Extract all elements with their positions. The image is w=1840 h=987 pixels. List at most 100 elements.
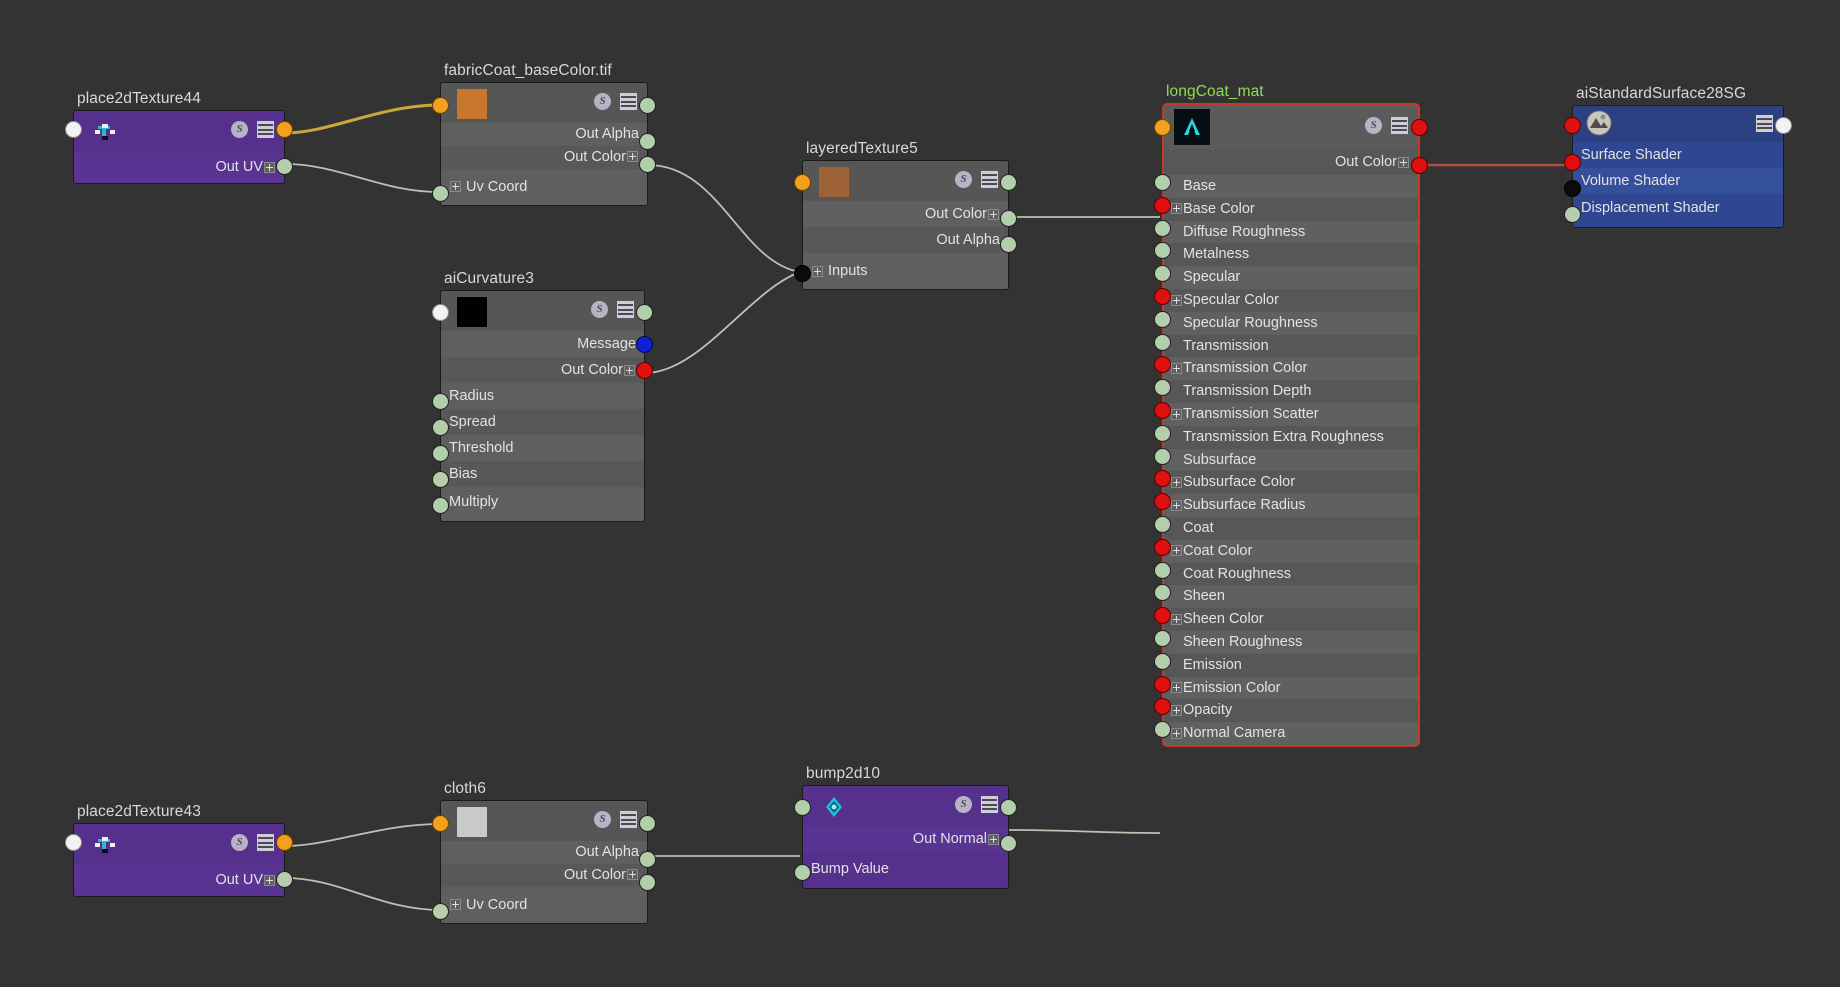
attribute-row[interactable]: Transmission Scatter xyxy=(1164,402,1418,426)
row-bias[interactable]: Bias xyxy=(441,461,644,487)
port-node-input[interactable] xyxy=(794,799,811,816)
attribute-list-button[interactable] xyxy=(620,811,637,828)
row-out-alpha[interactable]: Out Alpha xyxy=(441,123,647,146)
port-node-input[interactable] xyxy=(794,174,811,191)
expand-icon[interactable] xyxy=(627,869,638,881)
node-header-buttons[interactable]: S xyxy=(594,93,637,110)
port-node-input[interactable] xyxy=(1564,117,1581,134)
attribute-row[interactable]: Transmission xyxy=(1164,334,1418,358)
port-displacement-shader[interactable] xyxy=(1564,206,1581,223)
node-place2dTexture44[interactable]: place2dTexture44 S Out UV xyxy=(65,90,293,184)
row-out-alpha[interactable]: Out Alpha xyxy=(803,227,1008,253)
port-node-output[interactable] xyxy=(639,815,656,832)
attribute-list-button[interactable] xyxy=(1756,115,1773,132)
node-body-place2dTexture44[interactable]: S Out UV xyxy=(73,110,285,184)
attribute-row[interactable]: Transmission Depth xyxy=(1164,380,1418,403)
port-out-color[interactable] xyxy=(639,874,656,891)
solo-button[interactable]: S xyxy=(955,796,972,813)
port-transmission-extra-roughness[interactable] xyxy=(1154,424,1171,442)
attribute-list-button[interactable] xyxy=(981,796,998,813)
row-uv-coord[interactable]: Uv Coord xyxy=(441,886,647,923)
row-out-color[interactable]: Out Color xyxy=(803,201,1008,227)
attribute-row[interactable]: Coat xyxy=(1164,516,1418,540)
node-editor-canvas[interactable]: place2dTexture44 S Out UV fabricCoat_bas… xyxy=(0,0,1840,987)
port-node-input[interactable] xyxy=(432,304,449,321)
expand-icon[interactable] xyxy=(1171,682,1182,694)
attribute-row[interactable]: Emission xyxy=(1164,653,1418,677)
row-out-color[interactable]: Out Color xyxy=(441,145,647,169)
port-node-output[interactable] xyxy=(1775,117,1792,134)
port-uv-coord[interactable] xyxy=(432,903,449,920)
row-surface-shader[interactable]: Surface Shader xyxy=(1573,142,1783,168)
row-uv-coord[interactable]: Uv Coord xyxy=(441,168,647,205)
port-out-uv[interactable] xyxy=(276,871,293,888)
expand-icon[interactable] xyxy=(1171,408,1182,420)
node-fabricCoat-baseColor[interactable]: fabricCoat_baseColor.tif S Out Alpha Out… xyxy=(432,62,656,206)
row-out-color[interactable]: Out Color xyxy=(441,863,647,887)
attribute-row[interactable]: Emission Color xyxy=(1164,676,1418,700)
port-emission-color[interactable] xyxy=(1154,675,1171,693)
port-spread[interactable] xyxy=(432,419,449,436)
row-volume-shader[interactable]: Volume Shader xyxy=(1573,168,1783,194)
attribute-row[interactable]: Transmission Extra Roughness xyxy=(1164,425,1418,449)
port-out-alpha[interactable] xyxy=(639,133,656,150)
node-header-buttons[interactable]: S xyxy=(231,121,274,138)
expand-icon[interactable] xyxy=(627,151,638,163)
node-aiStandardSurface28SG[interactable]: aiStandardSurface28SG Surface Shader Vol… xyxy=(1564,85,1792,228)
port-node-input[interactable] xyxy=(1154,119,1171,136)
port-bias[interactable] xyxy=(432,471,449,488)
attribute-row[interactable]: Sheen Color xyxy=(1164,608,1418,631)
port-out-color[interactable] xyxy=(636,362,653,379)
solo-button[interactable]: S xyxy=(594,811,611,828)
port-node-output[interactable] xyxy=(639,97,656,114)
row-threshold[interactable]: Threshold xyxy=(441,435,644,461)
port-emission[interactable] xyxy=(1154,652,1171,670)
attribute-row[interactable]: Normal Camera xyxy=(1164,722,1418,745)
attribute-row[interactable]: Diffuse Roughness xyxy=(1164,220,1418,244)
row-out-uv[interactable]: Out UV xyxy=(74,864,284,896)
expand-icon[interactable] xyxy=(812,265,823,277)
port-out-uv[interactable] xyxy=(276,158,293,175)
expand-icon[interactable] xyxy=(264,161,275,173)
attribute-list-button[interactable] xyxy=(1391,117,1408,134)
port-transmission-scatter[interactable] xyxy=(1154,402,1171,419)
expand-icon[interactable] xyxy=(1171,545,1182,557)
port-node-output[interactable] xyxy=(1000,174,1017,191)
port-bump-value[interactable] xyxy=(794,864,811,881)
attribute-row[interactable]: Specular Roughness xyxy=(1164,311,1418,335)
expand-icon[interactable] xyxy=(1171,499,1182,511)
node-body-aiCurvature3[interactable]: S Message Out Color Radius Spread Thresh… xyxy=(440,290,645,522)
expand-icon[interactable] xyxy=(1171,705,1182,716)
attribute-row[interactable]: Base xyxy=(1164,175,1418,198)
port-out-color[interactable] xyxy=(1411,157,1428,174)
port-node-output[interactable] xyxy=(276,834,293,851)
node-layeredTexture5[interactable]: layeredTexture5 S Out Color Out Alpha In… xyxy=(794,140,1017,290)
row-radius[interactable]: Radius xyxy=(441,383,644,409)
attribute-row[interactable]: Metalness xyxy=(1164,243,1418,267)
row-out-uv[interactable]: Out UV xyxy=(74,151,284,183)
port-node-output[interactable] xyxy=(276,121,293,138)
expand-icon[interactable] xyxy=(264,874,275,886)
node-longCoat-mat[interactable]: longCoat_mat S Out Color Base Base Color… xyxy=(1154,83,1428,747)
node-header-buttons[interactable] xyxy=(1756,115,1773,132)
port-transmission[interactable] xyxy=(1154,333,1171,351)
row-bump-value[interactable]: Bump Value xyxy=(803,852,1008,888)
port-inputs[interactable] xyxy=(794,265,811,282)
node-body-cloth6[interactable]: S Out Alpha Out Color Uv Coord xyxy=(440,800,648,924)
node-header-buttons[interactable]: S xyxy=(1365,117,1408,134)
solo-button[interactable]: S xyxy=(231,834,248,851)
port-threshold[interactable] xyxy=(432,445,449,462)
attribute-row[interactable]: Coat Roughness xyxy=(1164,562,1418,586)
node-header-buttons[interactable]: S xyxy=(594,811,637,828)
node-header-buttons[interactable]: S xyxy=(955,796,998,813)
attribute-list-button[interactable] xyxy=(617,301,634,318)
port-surface-shader[interactable] xyxy=(1564,154,1581,171)
port-out-alpha[interactable] xyxy=(639,851,656,868)
port-node-output[interactable] xyxy=(636,304,653,321)
row-out-alpha[interactable]: Out Alpha xyxy=(441,841,647,864)
expand-icon[interactable] xyxy=(988,208,999,220)
node-body-place2dTexture43[interactable]: S Out UV xyxy=(73,823,285,897)
node-body-layeredTexture5[interactable]: S Out Color Out Alpha Inputs xyxy=(802,160,1009,290)
expand-icon[interactable] xyxy=(624,364,635,376)
node-place2dTexture43[interactable]: place2dTexture43 S Out UV xyxy=(65,803,293,897)
